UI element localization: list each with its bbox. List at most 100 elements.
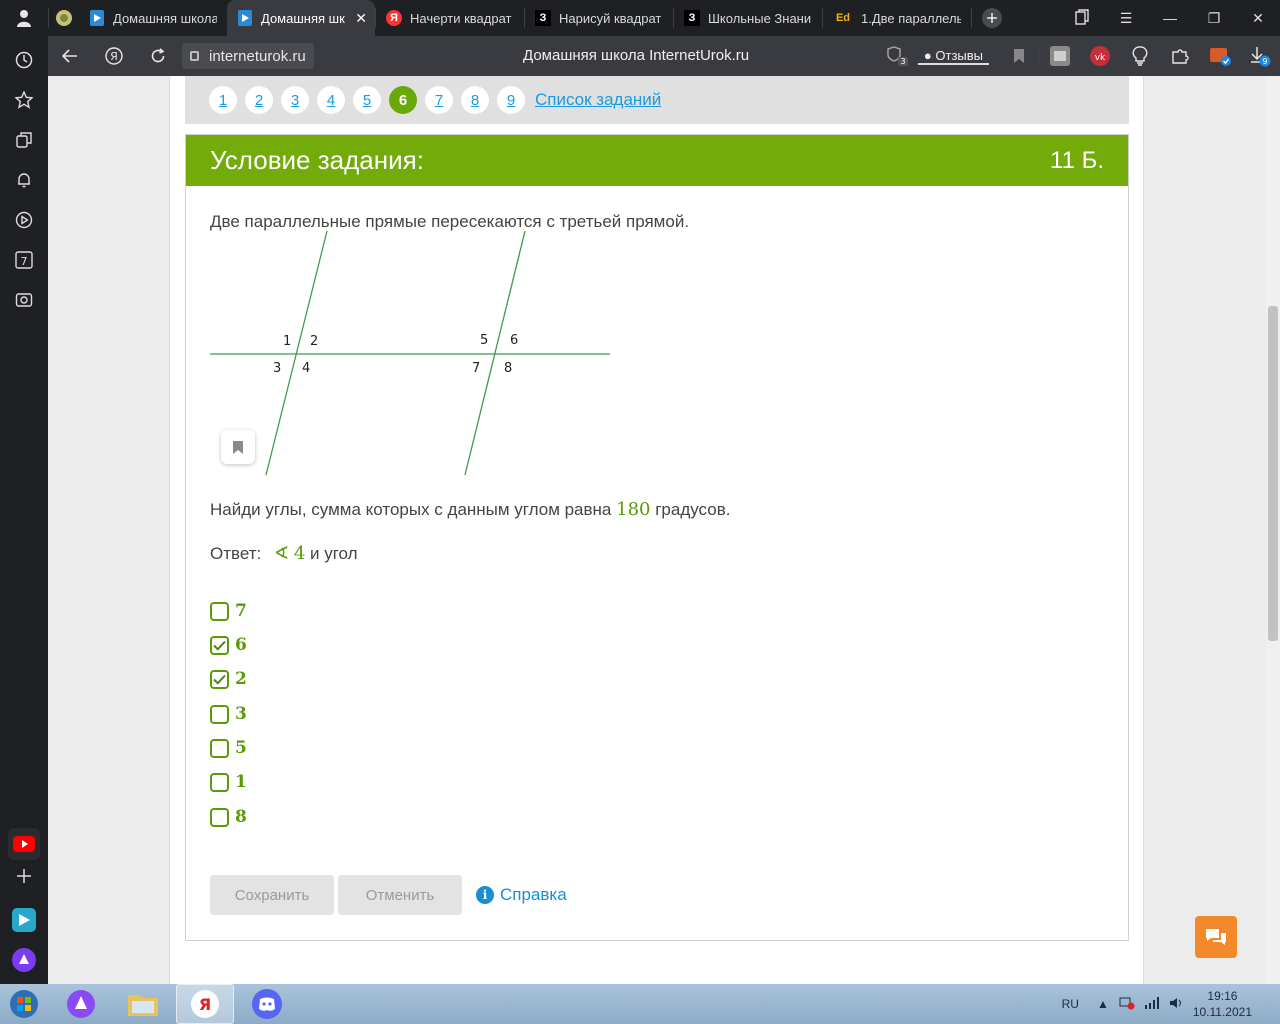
help-link[interactable]: i Справка xyxy=(476,885,567,905)
option-checkbox[interactable] xyxy=(210,635,229,655)
browser-sidebar: 7 xyxy=(0,36,48,984)
answer-option[interactable]: 7 xyxy=(210,601,247,621)
collections-icon[interactable] xyxy=(12,128,36,152)
alice-icon xyxy=(67,990,95,1018)
profile-icon[interactable] xyxy=(0,0,48,36)
task-navigation: 1 2 3 4 5 6 7 8 9 Список заданий xyxy=(185,76,1129,124)
youtube-icon[interactable] xyxy=(8,828,40,860)
downloads-icon[interactable]: 9 xyxy=(1240,36,1280,76)
task-link-7[interactable]: 7 xyxy=(425,86,453,114)
answer-option[interactable]: 1 xyxy=(210,772,247,792)
language-indicator[interactable]: RU xyxy=(1062,997,1079,1011)
yandex-browser-icon: Я xyxy=(191,990,219,1018)
taskbar-alice[interactable] xyxy=(52,984,110,1024)
extension-image-icon[interactable] xyxy=(1040,36,1080,76)
volume-icon[interactable] xyxy=(1169,997,1183,1012)
downloads-badge: 9 xyxy=(1262,57,1267,66)
tab-yandex-square[interactable]: Я Начерти квадрат xyxy=(376,0,524,36)
reviews-button[interactable]: ● Отзывы xyxy=(917,48,989,65)
angle-label-4: 4 xyxy=(302,361,310,376)
calendar-icon[interactable]: 7 xyxy=(12,248,36,272)
system-tray: RU ▲ 19:16 10.11.2021 xyxy=(1062,984,1280,1024)
option-checkbox[interactable] xyxy=(210,772,229,792)
taskbar-discord[interactable] xyxy=(238,984,296,1024)
answer-option[interactable]: 3 xyxy=(210,704,247,724)
tab-internet-urok-1[interactable]: Домашняя школа xyxy=(79,0,227,36)
tray-expand-icon[interactable]: ▲ xyxy=(1097,997,1109,1011)
task-header: Условие задания: 11 Б. xyxy=(186,135,1128,186)
scrollbar-thumb[interactable] xyxy=(1268,306,1278,641)
option-checkbox[interactable] xyxy=(210,601,229,621)
restore-icon[interactable]: ❐ xyxy=(1192,10,1236,27)
task-link-1[interactable]: 1 xyxy=(209,86,237,114)
extension-badge-icon[interactable] xyxy=(1200,36,1240,76)
option-label: 8 xyxy=(235,807,247,827)
tab-znanija-1[interactable]: З Нарисуй квадрат xyxy=(525,0,673,36)
alice-icon[interactable] xyxy=(12,948,36,972)
screenshot-icon[interactable] xyxy=(12,288,36,312)
task-link-9[interactable]: 9 xyxy=(497,86,525,114)
clock-time: 19:16 xyxy=(1207,989,1238,1003)
chat-bubbles-icon xyxy=(1206,929,1226,945)
protect-shield-icon[interactable]: 3 xyxy=(878,36,918,76)
yandex-favicon-icon: Я xyxy=(386,10,402,26)
answer-option[interactable]: 8 xyxy=(210,807,247,827)
messenger-icon[interactable] xyxy=(12,908,36,932)
taskbar-explorer[interactable] xyxy=(114,984,172,1024)
url-field[interactable]: interneturok.ru xyxy=(182,43,314,69)
menu-icon[interactable]: ☰ xyxy=(1104,10,1148,27)
task-link-5[interactable]: 5 xyxy=(353,86,381,114)
tab-edu[interactable]: Ed 1.Две параллелы xyxy=(823,0,971,36)
support-chat-button[interactable] xyxy=(1195,916,1237,958)
page-scrollbar[interactable] xyxy=(1266,76,1280,984)
taskbar-yandex-browser[interactable]: Я xyxy=(176,984,234,1024)
vk-icon[interactable]: vk xyxy=(1080,36,1120,76)
answer-option[interactable]: 5 xyxy=(210,738,247,758)
puzzle-extension-icon[interactable] xyxy=(1160,36,1200,76)
pinned-tab[interactable] xyxy=(49,0,79,36)
tab-internet-urok-active[interactable]: Домашняя шк ✕ xyxy=(227,0,375,36)
task-link-3[interactable]: 3 xyxy=(281,86,309,114)
bell-icon[interactable] xyxy=(12,168,36,192)
option-checkbox[interactable] xyxy=(210,807,229,827)
new-tab-button[interactable] xyxy=(972,7,1012,29)
option-checkbox[interactable] xyxy=(210,704,229,724)
answer-option[interactable]: 2 xyxy=(210,669,247,689)
yandex-logo-icon[interactable]: Я xyxy=(92,36,136,76)
close-tab-icon[interactable]: ✕ xyxy=(355,10,367,27)
help-label: Справка xyxy=(500,885,567,904)
task-link-8[interactable]: 8 xyxy=(461,86,489,114)
task-link-4[interactable]: 4 xyxy=(317,86,345,114)
reload-icon[interactable] xyxy=(136,36,180,76)
yandex-logo-letter: Я xyxy=(110,50,118,63)
answer-option[interactable]: 6 xyxy=(210,635,247,655)
task-link-2[interactable]: 2 xyxy=(245,86,273,114)
back-arrow-icon[interactable] xyxy=(48,36,92,76)
tab-znanija-2[interactable]: З Школьные Знани xyxy=(674,0,822,36)
minimize-icon[interactable]: — xyxy=(1148,10,1192,26)
network-warning-icon[interactable] xyxy=(1119,996,1135,1013)
tab-collections-icon[interactable] xyxy=(1060,8,1104,28)
option-checkbox[interactable] xyxy=(210,738,229,758)
task-list-link[interactable]: Список заданий xyxy=(535,90,661,110)
start-button[interactable] xyxy=(0,984,48,1024)
clock[interactable]: 19:16 10.11.2021 xyxy=(1193,988,1252,1020)
bookmark-page-icon[interactable] xyxy=(999,36,1039,76)
edu-favicon-icon: Ed xyxy=(835,12,851,24)
parallel-line-left xyxy=(265,231,328,476)
save-button[interactable]: Сохранить xyxy=(210,875,334,915)
lightbulb-icon[interactable] xyxy=(1120,36,1160,76)
option-checkbox[interactable] xyxy=(210,669,229,689)
bookmark-button[interactable] xyxy=(221,430,255,464)
given-angle-number: 4 xyxy=(293,543,306,564)
close-window-icon[interactable]: ✕ xyxy=(1236,10,1280,27)
star-icon[interactable] xyxy=(12,88,36,112)
task-link-6-current[interactable]: 6 xyxy=(389,86,417,114)
signal-icon[interactable] xyxy=(1144,996,1159,1012)
discord-icon xyxy=(252,989,282,1019)
tab-label: Домашняя шк xyxy=(261,10,345,26)
history-icon[interactable] xyxy=(12,48,36,72)
play-circle-icon[interactable] xyxy=(12,208,36,232)
cancel-button[interactable]: Отменить xyxy=(338,875,462,915)
add-panel-icon[interactable] xyxy=(12,864,36,888)
